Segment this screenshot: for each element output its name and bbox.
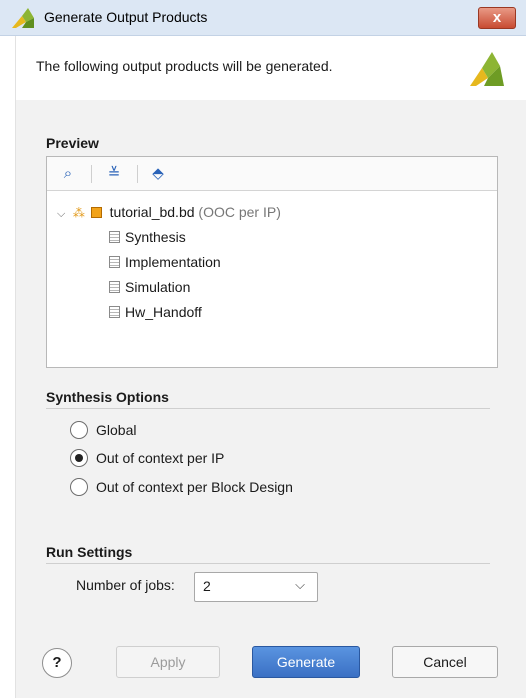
vivado-logo-icon [12,8,34,28]
left-strip [0,0,16,698]
radio-button[interactable] [70,478,88,496]
preview-section-title: Preview [46,135,99,151]
jobs-value: 2 [203,578,211,594]
tree-root-note: (OOC per IP) [198,204,281,220]
window-title: Generate Output Products [44,9,208,25]
ip-icon [90,207,102,218]
run-settings-title: Run Settings [46,544,133,560]
search-icon[interactable]: ⌕ [57,163,79,185]
file-icon [109,256,120,268]
synthesis-options-title: Synthesis Options [46,389,169,405]
cancel-button[interactable]: Cancel [392,646,498,678]
section-divider [46,408,490,409]
tree-item[interactable]: Synthesis [109,226,186,248]
tree-root-row[interactable]: ⌵ ⁂ tutorial_bd.bd (OOC per IP) [57,201,281,223]
header: The following output products will be ge… [16,36,526,100]
radio-label: Out of context per Block Design [96,479,293,495]
radio-label: Out of context per IP [96,450,225,466]
chevron-down-icon[interactable]: ⌵ [295,577,305,593]
expand-all-icon[interactable]: ⬘ [147,163,169,185]
close-button[interactable]: x [478,7,516,29]
chevron-down-icon[interactable]: ⌵ [57,203,69,225]
jobs-label: Number of jobs: [76,577,175,593]
help-button[interactable]: ? [42,648,72,678]
tree-item-label: Implementation [125,254,221,270]
close-icon: x [492,9,502,26]
radio-button-selected[interactable] [70,449,88,467]
tree-root-label: tutorial_bd.bd [109,204,195,220]
radio-button[interactable] [70,421,88,439]
tree-item[interactable]: Implementation [109,251,221,273]
block-design-icon: ⁂ [72,206,85,220]
section-divider [46,563,490,564]
title-bar: Generate Output Products x [0,0,526,36]
tree-item-label: Hw_Handoff [125,304,202,320]
jobs-select[interactable]: 2 ⌵ [194,572,318,602]
tree-item-label: Synthesis [125,229,186,245]
file-icon [109,281,120,293]
file-icon [109,231,120,243]
generate-button[interactable]: Generate [252,646,360,678]
toolbar-separator [137,165,138,183]
apply-button[interactable]: Apply [116,646,220,678]
xilinx-brand-icon [470,52,504,86]
tree-item[interactable]: Hw_Handoff [109,301,202,323]
tree-item-label: Simulation [125,279,191,295]
preview-toolbar: ⌕ ≚ ⬘ [47,157,497,191]
toolbar-separator [91,165,92,183]
radio-label: Global [96,422,137,438]
file-icon [109,306,120,318]
preview-tree-panel[interactable]: ⌕ ≚ ⬘ ⌵ ⁂ tutorial_bd.bd (OOC per IP) Sy… [46,156,498,368]
collapse-all-icon[interactable]: ≚ [103,163,125,185]
tree-item[interactable]: Simulation [109,276,190,298]
header-subtitle: The following output products will be ge… [36,58,333,74]
